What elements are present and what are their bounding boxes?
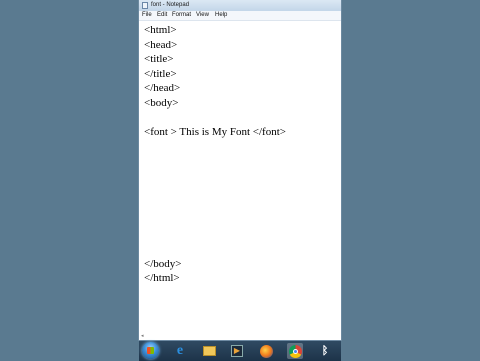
editor-line: </title> <box>144 67 177 80</box>
text-editor[interactable]: <html> <head> <title> </title> </head> <body>… <box>139 21 341 334</box>
editor-line: <head> <box>144 38 178 51</box>
window-title: font - Notepad <box>151 2 190 8</box>
windows-start-icon[interactable] <box>142 342 159 359</box>
editor-line: </head> <box>144 82 181 95</box>
notepad-icon <box>142 2 148 9</box>
menu-edit[interactable]: Edit <box>157 11 167 20</box>
menu-view[interactable]: View <box>196 11 209 20</box>
editor-line: <html> <box>144 24 177 36</box>
editor-line: <title> <box>144 53 174 66</box>
internet-explorer-icon[interactable]: e <box>172 343 188 359</box>
editor-line: </body> <box>144 257 182 270</box>
bluetooth-icon[interactable]: ᛒ <box>317 343 333 359</box>
folder-icon[interactable] <box>201 343 217 359</box>
editor-line: </html> <box>144 272 180 285</box>
scroll-indicator-icon: ◂ <box>141 333 144 339</box>
menu-bar: File Edit Format View Help <box>139 11 341 21</box>
taskbar: e ▶ ᛒ <box>139 340 341 361</box>
media-player-icon[interactable]: ▶ <box>229 343 245 359</box>
chrome-icon[interactable] <box>287 343 303 359</box>
editor-line: <font > This is My Font </font> <box>144 126 286 139</box>
menu-format[interactable]: Format <box>172 11 191 20</box>
notepad-window: font - Notepad File Edit Format View Hel… <box>139 0 341 340</box>
firefox-icon[interactable] <box>258 343 274 359</box>
menu-help[interactable]: Help <box>215 11 227 20</box>
editor-line: <body> <box>144 97 179 109</box>
menu-file[interactable]: File <box>142 11 152 20</box>
